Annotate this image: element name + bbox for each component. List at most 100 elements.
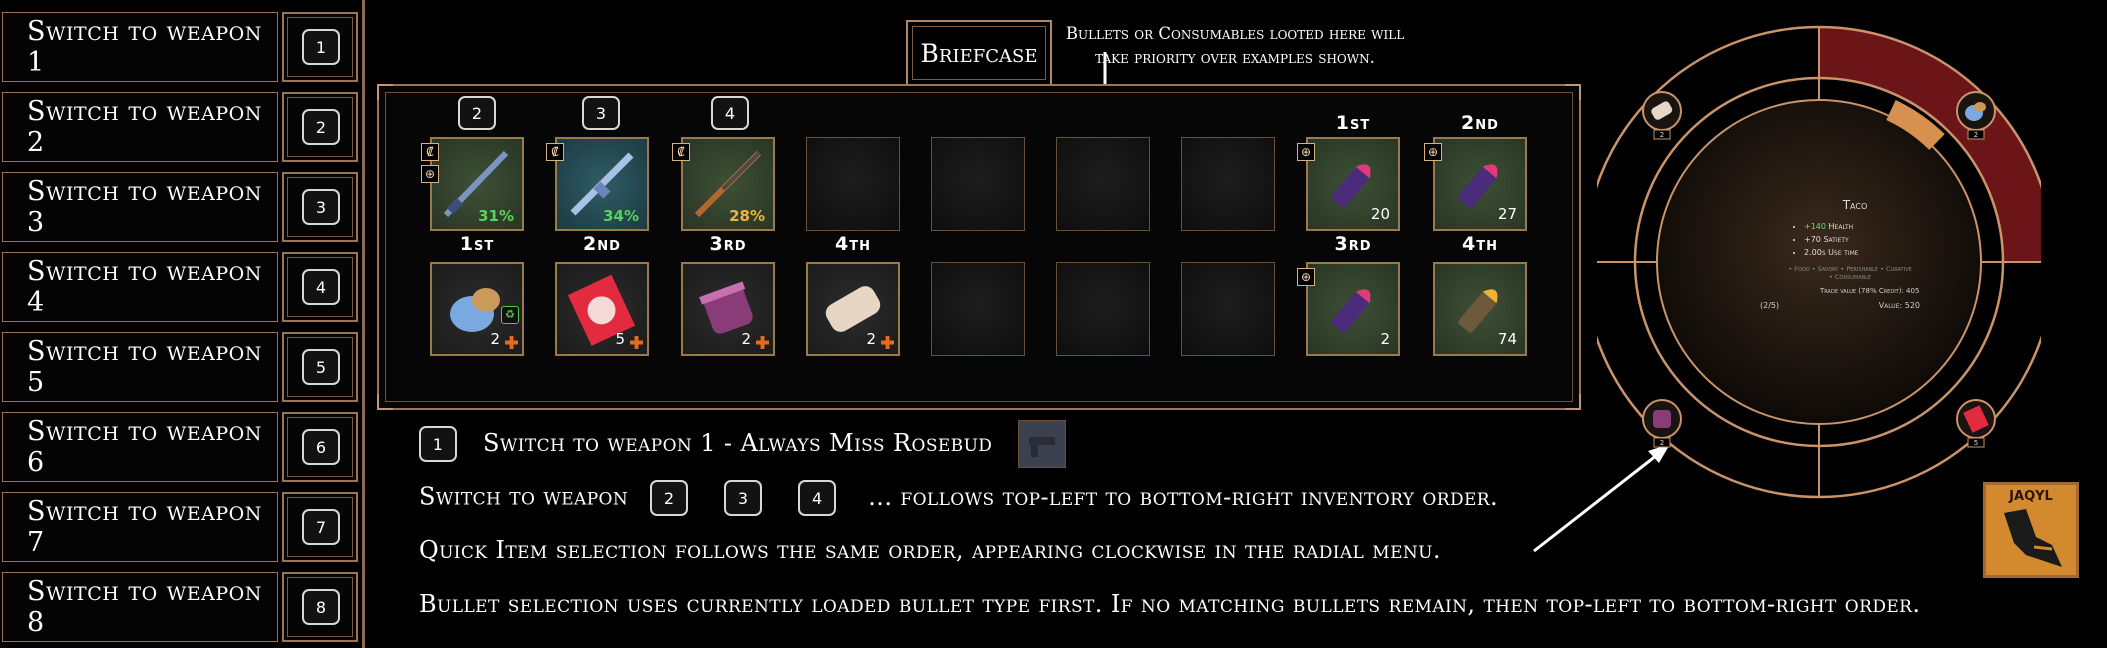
keybind-key-box[interactable]: 1 [282,12,358,82]
keybind-label: Switch to weapon 2 [2,92,278,162]
key-4-icon: 4 [711,96,749,130]
inventory-slot-empty[interactable] [1056,137,1150,231]
radial-slot-candy[interactable] [1956,399,1996,439]
key-7-icon: 7 [302,509,340,545]
key-2-icon: 2 [302,109,340,145]
keybind-row-weapon-8[interactable]: Switch to weapon 8 8 [2,572,358,646]
inventory-slot-empty[interactable] [931,262,1025,356]
keybind-row-weapon-2[interactable]: Switch to weapon 2 2 [2,92,358,166]
creator-logo: JAQYL [1983,482,2079,578]
stat-label: Use time [1828,248,1859,257]
key-3-icon: 3 [302,189,340,225]
keybind-key-box[interactable]: 6 [282,412,358,482]
note-line-1: Bullets or Consumables looted here will [1065,24,1405,43]
inventory-slot-bullet[interactable]: 2 [1306,262,1400,356]
keybind-key-box[interactable]: 8 [282,572,358,642]
keybind-row-weapon-7[interactable]: Switch to weapon 7 7 [2,492,358,566]
inventory-slot-consumable[interactable]: 2 [681,262,775,356]
keybind-key-box[interactable]: 4 [282,252,358,322]
item-title: Taco [1842,198,1868,212]
keybind-key-box[interactable]: 5 [282,332,358,402]
keybind-key-box[interactable]: 7 [282,492,358,562]
item-footer: (2/5) Value: 520 [1760,301,1920,310]
explain-line-4: Bullet selection uses currently loaded b… [419,590,1921,618]
jar-icon [1653,410,1671,428]
keybind-label: Switch to weapon 6 [2,412,278,482]
inventory-slot-consumable[interactable]: ♻ 2 [430,262,524,356]
weapon-key-3: 3 [582,96,620,130]
target-icon: ⊕ [1424,143,1442,161]
candy-pack-icon [567,274,636,346]
durability-value: 28% [729,207,765,225]
inventory-slot-bullet[interactable]: 74 [1433,262,1527,356]
keybind-row-weapon-3[interactable]: Switch to weapon 3 3 [2,172,358,246]
stat-value: 2.00s [1804,248,1826,257]
corner-ornament [1565,84,1581,100]
inventory-slot-empty[interactable] [806,137,900,231]
key-1-icon: 1 [302,29,340,65]
jackal-head-icon [2004,509,2062,567]
item-count: 2 [1380,330,1390,348]
inventory-slot-empty[interactable] [1181,262,1275,356]
key-3-icon: 3 [582,96,620,130]
item-count: 2 [741,330,751,348]
bandage-icon [825,286,881,332]
inventory-slot-weapon[interactable]: 28% [681,137,775,231]
order-label: 3rd [1334,233,1372,255]
item-count: 74 [1497,330,1517,348]
radial-slot-jar[interactable] [1642,399,1682,439]
sidebar-divider [362,0,365,648]
note-line-2: take priority over examples shown. [1095,48,1375,67]
item-value: Value: 520 [1878,301,1920,310]
item-count: 5 [615,330,625,348]
keybind-row-weapon-5[interactable]: Switch to weapon 5 5 [2,332,358,406]
order-label: 1st [459,233,495,255]
briefcase-tab[interactable]: Briefcase [906,20,1052,86]
weapon-key-2: 2 [458,96,496,130]
inventory-slot-empty[interactable] [1181,137,1275,231]
radial-count: 2 [1660,131,1664,139]
stat-value: +70 [1804,235,1821,244]
key-4-icon: 4 [302,269,340,305]
explain-line-1: 1 Switch to weapon 1 - Always Miss Roseb… [419,426,992,462]
briefcase-title: Briefcase [920,38,1038,68]
keybind-row-weapon-6[interactable]: Switch to weapon 6 6 [2,412,358,486]
inventory-slot-bullet[interactable]: 27 [1433,137,1527,231]
stat-label: Satiety [1823,235,1849,244]
explain-line-2: Switch to weapon 2 3 4 ... follows top-l… [419,480,1498,516]
order-label: 4th [835,233,871,255]
keybind-label: Switch to weapon 4 [2,252,278,322]
item-tags: • Food • Savory • Perishable • Curative … [1785,265,1915,281]
ammo-type-icon: ₡ [546,143,564,161]
tags-line: • Food • Savory • Perishable • Curative [1788,265,1912,273]
keybind-label: Switch to weapon 7 [2,492,278,562]
inventory-slot-weapon[interactable]: 34% [555,137,649,231]
weapon-keybind-list: Switch to weapon 1 1 Switch to weapon 2 … [0,0,364,648]
keybind-key-box[interactable]: 3 [282,172,358,242]
order-label: 3rd [709,233,747,255]
key-4-icon: 4 [798,480,837,516]
inventory-slot-consumable[interactable]: 2 [806,262,900,356]
keybind-label: Switch to weapon 5 [2,332,278,402]
inventory-slot-weapon[interactable]: 31% [430,137,524,231]
keybind-key-box[interactable]: 2 [282,92,358,162]
inventory-slot-empty[interactable] [931,137,1025,231]
keybind-row-weapon-4[interactable]: Switch to weapon 4 4 [2,252,358,326]
inventory-slot-bullet[interactable]: 20 [1306,137,1400,231]
item-count: 27 [1497,205,1517,223]
radial-slot-bandage[interactable] [1642,91,1682,131]
target-icon: ⊕ [1297,268,1315,286]
inventory-slot-empty[interactable] [1056,262,1150,356]
jar-icon [699,281,753,334]
item-count: 20 [1370,205,1390,223]
explain-text: ... follows top-left to bottom-right inv… [868,482,1499,511]
ammo-type-icon: ₡ [672,143,690,161]
keybind-row-weapon-1[interactable]: Switch to weapon 1 1 [2,12,358,86]
inventory-slot-consumable[interactable]: 5 [555,262,649,356]
trade-value: Trade value (78% Credit): 405 [1820,287,1920,295]
order-label: 4th [1462,233,1498,255]
radial-slot-taco[interactable] [1956,91,1996,131]
order-label: 1st [1335,112,1371,134]
briefcase-note: Bullets or Consumables looted here will … [1040,22,1430,70]
stat-label: Health [1828,222,1854,231]
